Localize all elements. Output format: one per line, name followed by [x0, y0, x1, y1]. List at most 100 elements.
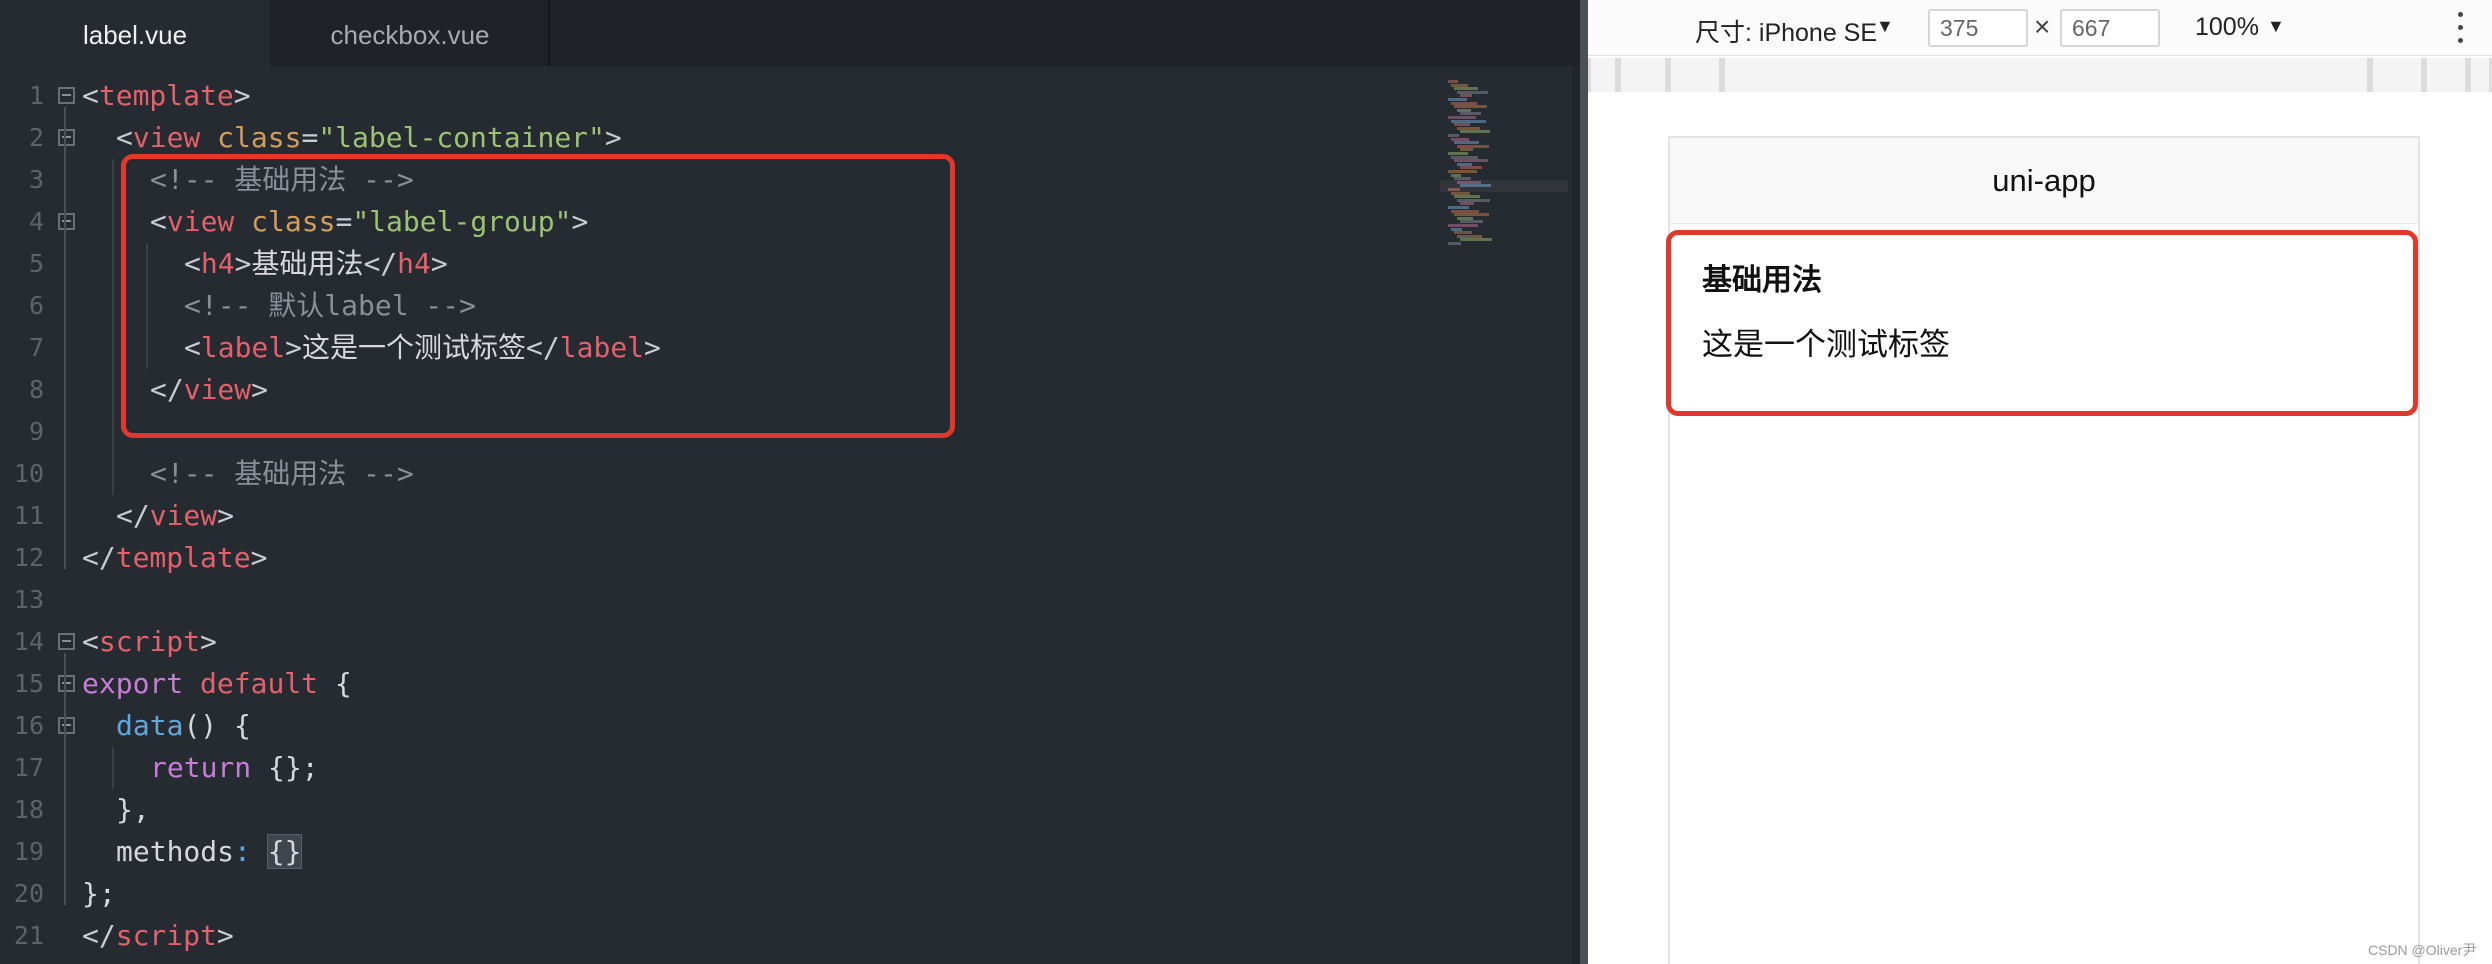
code-line[interactable]: 18},: [0, 789, 1440, 831]
code-token: <!-- 基础用法 -->: [150, 457, 414, 490]
minimap-line: [1460, 166, 1482, 170]
minimap[interactable]: [1440, 66, 1568, 964]
code-line[interactable]: 1 <template>: [0, 75, 1440, 117]
fold-toggle-icon[interactable]: [58, 675, 75, 692]
zoom-select[interactable]: 100%: [2195, 13, 2259, 42]
code-line[interactable]: 15 export default {: [0, 663, 1440, 705]
code-token: >: [604, 121, 622, 154]
code-line[interactable]: 20};: [0, 873, 1440, 915]
minimap-line: [1457, 198, 1490, 202]
line-number: 14: [13, 627, 44, 656]
minimap-line: [1460, 94, 1472, 98]
minimap-line: [1451, 191, 1470, 195]
device-dropdown-icon[interactable]: ▼: [1876, 16, 1894, 37]
code-token: =: [301, 121, 319, 154]
times-icon: ×: [2034, 11, 2051, 42]
fold-toggle-icon[interactable]: [58, 717, 75, 734]
code-token: </: [82, 541, 116, 574]
minimap-line: [1460, 220, 1483, 224]
code-line[interactable]: 12 </template>: [0, 537, 1440, 579]
code-token: default: [200, 667, 319, 700]
code-text: </script>: [82, 915, 234, 957]
code-text: <script>: [82, 621, 217, 663]
indent-guide: [112, 285, 114, 327]
code-line[interactable]: 14 <script>: [0, 621, 1440, 663]
code-text: <!-- 基础用法 -->: [150, 453, 414, 495]
code-token: class: [217, 121, 302, 154]
code-line[interactable]: 17 return {};: [0, 747, 1440, 789]
code-editor[interactable]: label.vue checkbox.vue 1 <template> 2 <view…: [0, 0, 1588, 964]
fold-toggle-icon[interactable]: [58, 129, 75, 146]
code-text: export default {: [82, 663, 352, 705]
minimap-line: [1460, 148, 1473, 152]
code-token: template: [98, 79, 234, 112]
minimap-line: [1457, 126, 1480, 130]
code-token: >: [233, 79, 251, 112]
line-number: 15: [13, 669, 44, 698]
minimap-line: [1460, 238, 1492, 242]
code-line[interactable]: 10 <!-- 基础用法 -->: [0, 453, 1440, 495]
minimap-line: [1448, 152, 1468, 155]
fold-toggle-icon[interactable]: [58, 633, 75, 650]
minimap-line: [1451, 137, 1469, 141]
code-token: {: [318, 667, 352, 700]
minimap-viewport[interactable]: [1440, 180, 1568, 192]
tab-checkbox-vue[interactable]: checkbox.vue: [272, 0, 550, 66]
minimap-line: [1448, 116, 1476, 119]
code-highlight-box: [121, 154, 955, 438]
zoom-dropdown-icon[interactable]: ▼: [2267, 16, 2285, 37]
minimap-line: [1454, 195, 1480, 199]
minimap-line: [1454, 231, 1472, 235]
editor-tab-bar: label.vue checkbox.vue: [0, 0, 1588, 66]
code-token: export: [82, 667, 184, 700]
more-options-icon[interactable]: [2456, 10, 2464, 46]
minimap-line: [1451, 101, 1477, 105]
minimap-line: [1460, 130, 1490, 134]
code-token: };: [82, 877, 116, 910]
line-number: 19: [13, 837, 44, 866]
minimap-line: [1457, 90, 1488, 94]
indent-guide: [112, 411, 114, 453]
minimap-line: [1448, 170, 1477, 173]
indent-guide: [112, 369, 114, 411]
line-number: 11: [13, 501, 44, 530]
code-token: "label-container": [318, 121, 605, 154]
line-number: 9: [28, 417, 44, 446]
fold-toggle-icon[interactable]: [58, 213, 75, 230]
preview-highlight-box: [1666, 230, 2418, 416]
code-line[interactable]: 16 data() {: [0, 705, 1440, 747]
tab-label-vue[interactable]: label.vue: [0, 0, 270, 66]
minimap-line: [1451, 227, 1462, 231]
minimap-line: [1460, 202, 1474, 206]
minimap-line: [1448, 242, 1461, 245]
indent-guide: [112, 159, 114, 201]
minimap-line: [1454, 105, 1487, 109]
code-line[interactable]: 11 </view>: [0, 495, 1440, 537]
code-token: data: [116, 709, 184, 742]
line-number: 8: [28, 375, 44, 404]
code-text: <template>: [82, 75, 251, 117]
width-input[interactable]: 375: [1928, 9, 2028, 47]
code-token: script: [115, 919, 217, 952]
code-text: </view>: [116, 495, 234, 537]
minimap-line: [1457, 234, 1482, 238]
code-line[interactable]: 19 methods: {}: [0, 831, 1440, 873]
minimap-line: [1451, 155, 1478, 159]
device-viewport: uni-app 基础用法 这是一个测试标签: [1588, 92, 2492, 964]
minimap-line: [1457, 108, 1471, 112]
indent-guide: [112, 201, 114, 243]
code-token: },: [116, 793, 150, 826]
code-token: </: [82, 919, 116, 952]
code-line[interactable]: 21 </script>: [0, 915, 1440, 957]
minimap-line: [1460, 112, 1481, 116]
code-line[interactable]: 13: [0, 579, 1440, 621]
fold-guide: [64, 149, 66, 527]
code-text: <view class="label-container">: [116, 117, 622, 159]
height-input[interactable]: 667: [2060, 9, 2160, 47]
media-query-ruler[interactable]: [1588, 58, 2492, 92]
indent-guide: [112, 747, 114, 789]
code-line[interactable]: 2 <view class="label-container">: [0, 117, 1440, 159]
fold-toggle-icon[interactable]: [58, 87, 75, 104]
device-size-select[interactable]: 尺寸: iPhone SE: [1695, 13, 1877, 49]
